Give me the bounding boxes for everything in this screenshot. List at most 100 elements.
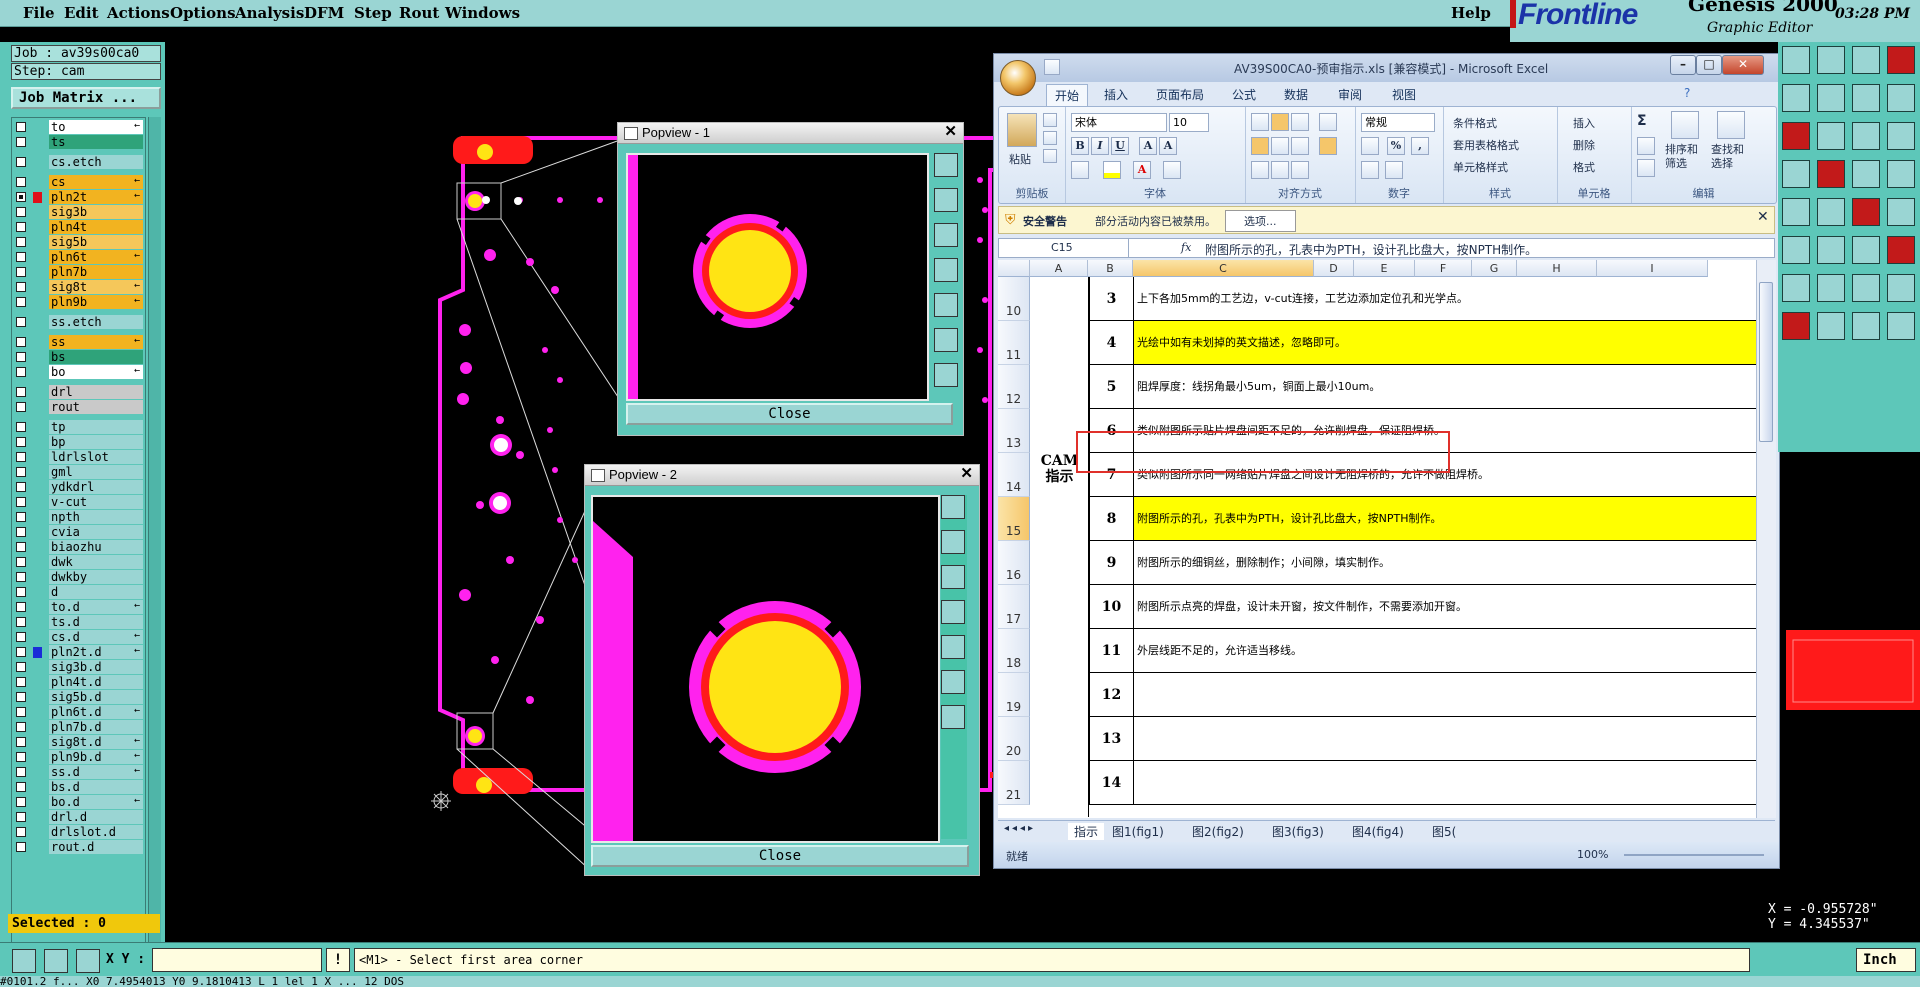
layer-name[interactable]: ts bbox=[49, 135, 143, 149]
tool-scale-icon[interactable] bbox=[1852, 122, 1880, 150]
tool-rotate-icon[interactable] bbox=[1887, 160, 1915, 188]
units-select[interactable]: Inch bbox=[1856, 948, 1916, 972]
layer-checkbox[interactable] bbox=[16, 297, 26, 307]
format-painter-icon[interactable] bbox=[1043, 149, 1057, 163]
item-number-cell[interactable]: 3 bbox=[1089, 277, 1134, 321]
row-header[interactable]: 19 bbox=[998, 673, 1030, 717]
layer-checkbox[interactable] bbox=[16, 352, 26, 362]
layer-checkbox[interactable] bbox=[16, 737, 26, 747]
instruction-cell[interactable]: 附图所示的孔，孔表中为PTH，设计孔比盘大，按NPTH制作。 bbox=[1134, 497, 1756, 541]
instruction-cell[interactable] bbox=[1134, 673, 1756, 717]
layer-name[interactable]: bs bbox=[49, 350, 143, 364]
percent-icon[interactable]: % bbox=[1387, 137, 1405, 155]
layer-row[interactable]: to.d ← bbox=[12, 600, 145, 615]
bold-icon[interactable]: B bbox=[1071, 137, 1089, 155]
popview-1-titlebar[interactable]: Popview - 1 ✕ bbox=[618, 123, 963, 144]
vertical-scrollbar[interactable] bbox=[1756, 260, 1776, 818]
layer-name[interactable]: ydkdrl bbox=[49, 480, 143, 494]
layer-checkbox[interactable] bbox=[16, 797, 26, 807]
row-header[interactable]: 12 bbox=[998, 365, 1030, 409]
layer-checkbox[interactable] bbox=[16, 122, 26, 132]
zoom-fit-icon[interactable] bbox=[941, 495, 965, 519]
layer-name[interactable]: tp bbox=[49, 420, 143, 434]
layer-row[interactable]: dwkby bbox=[12, 570, 145, 585]
phonetic-icon[interactable] bbox=[1163, 161, 1181, 179]
excel-titlebar[interactable]: AV39S00CA0-预审指示.xls [兼容模式] - Microsoft E… bbox=[994, 54, 1779, 82]
tool-arc-icon[interactable] bbox=[1817, 198, 1845, 226]
layer-row[interactable]: to ← bbox=[12, 120, 145, 135]
row-header[interactable]: 16 bbox=[998, 541, 1030, 585]
layer-row[interactable]: gml bbox=[12, 465, 145, 480]
help-icon[interactable]: ? bbox=[1684, 86, 1690, 100]
layer-list-scrollbar[interactable] bbox=[148, 117, 161, 952]
format-cells-button[interactable]: 格式 bbox=[1573, 159, 1595, 175]
layer-row[interactable]: sig5b bbox=[12, 235, 145, 250]
layer-checkbox[interactable] bbox=[16, 252, 26, 262]
decrease-decimal-icon[interactable] bbox=[1385, 161, 1403, 179]
instruction-cell[interactable]: 光绘中如有未划掉的英文描述，忽略即可。 bbox=[1134, 321, 1756, 365]
tool-select-icon[interactable] bbox=[1782, 236, 1810, 264]
tool-import-icon[interactable] bbox=[1817, 84, 1845, 112]
layer-row[interactable]: cs.etch bbox=[12, 155, 145, 170]
pan-left-icon[interactable] bbox=[941, 600, 965, 624]
layer-checkbox[interactable] bbox=[16, 467, 26, 477]
layer-checkbox[interactable] bbox=[16, 282, 26, 292]
layer-row[interactable]: pln7b.d bbox=[12, 720, 145, 735]
font-name-select[interactable]: 宋体 bbox=[1071, 113, 1167, 132]
row-header[interactable]: 15 bbox=[998, 497, 1030, 541]
layer-row[interactable]: bs bbox=[12, 350, 145, 365]
pan-left-icon[interactable] bbox=[934, 258, 958, 282]
layer-name[interactable]: drl bbox=[49, 385, 143, 399]
sheet-tab-fig1[interactable]: 图1(fig1) bbox=[1112, 823, 1164, 840]
layer-checkbox[interactable] bbox=[16, 437, 26, 447]
layer-row[interactable]: pln9b ← bbox=[12, 295, 145, 310]
layer-row[interactable]: bp bbox=[12, 435, 145, 450]
insert-cells-button[interactable]: 插入 bbox=[1573, 115, 1595, 131]
delete-cells-button[interactable]: 删除 bbox=[1573, 137, 1595, 153]
layer-name[interactable]: pln6t.d ← bbox=[49, 705, 143, 719]
layer-name[interactable]: pln7b bbox=[49, 265, 143, 279]
row-header[interactable]: 21 bbox=[998, 761, 1030, 805]
instruction-cell[interactable] bbox=[1134, 717, 1756, 761]
menu-file[interactable]: File bbox=[23, 4, 55, 22]
row-header[interactable]: 14 bbox=[998, 453, 1030, 497]
layer-checkbox[interactable] bbox=[16, 387, 26, 397]
name-box[interactable]: C15 bbox=[999, 239, 1129, 257]
layer-name[interactable]: npth bbox=[49, 510, 143, 524]
tool-line-icon[interactable] bbox=[1782, 198, 1810, 226]
layer-checkbox[interactable] bbox=[16, 707, 26, 717]
menu-step[interactable]: Step bbox=[354, 4, 392, 22]
layer-checkbox[interactable] bbox=[16, 572, 26, 582]
tool-net-icon[interactable] bbox=[1852, 312, 1880, 340]
info-icon[interactable]: ! bbox=[326, 948, 350, 972]
layer-name[interactable]: cs ← bbox=[49, 175, 143, 189]
font-size-select[interactable]: 10 bbox=[1169, 113, 1209, 132]
layer-name[interactable]: bo.d ← bbox=[49, 795, 143, 809]
borders-icon[interactable] bbox=[1071, 161, 1089, 179]
menu-windows[interactable]: Windows bbox=[445, 4, 520, 22]
office-button-icon[interactable] bbox=[1000, 60, 1036, 96]
sort-filter-button[interactable]: 排序和 筛选 bbox=[1665, 143, 1698, 171]
layer-name[interactable]: rout bbox=[49, 400, 143, 414]
layer-name[interactable]: ss ← bbox=[49, 335, 143, 349]
security-options-button[interactable]: 选项... bbox=[1225, 210, 1296, 232]
sheet-tab-fig4[interactable]: 图4(fig4) bbox=[1352, 823, 1404, 840]
tool-export-icon[interactable] bbox=[1782, 84, 1810, 112]
tool-copy-icon[interactable] bbox=[1782, 274, 1810, 302]
align-right-icon[interactable] bbox=[1291, 137, 1309, 155]
popview-2-titlebar[interactable]: Popview - 2 ✕ bbox=[585, 465, 979, 486]
column-header[interactable]: E bbox=[1354, 260, 1415, 277]
tool-zoom-icon[interactable] bbox=[1887, 84, 1915, 112]
layer-row[interactable]: cs ← bbox=[12, 175, 145, 190]
zoom-home-icon[interactable] bbox=[941, 670, 965, 694]
format-as-table-button[interactable]: 套用表格格式 bbox=[1453, 137, 1519, 153]
item-number-cell[interactable]: 11 bbox=[1089, 629, 1134, 673]
save-icon[interactable] bbox=[1044, 59, 1060, 75]
layer-checkbox[interactable] bbox=[16, 177, 26, 187]
zoom-in-icon[interactable] bbox=[934, 188, 958, 212]
layer-row[interactable]: biaozhu bbox=[12, 540, 145, 555]
layer-checkbox[interactable] bbox=[16, 422, 26, 432]
tool-fill-icon[interactable] bbox=[1887, 274, 1915, 302]
layer-name[interactable]: pln7b.d bbox=[49, 720, 143, 734]
item-number-cell[interactable]: 13 bbox=[1089, 717, 1134, 761]
